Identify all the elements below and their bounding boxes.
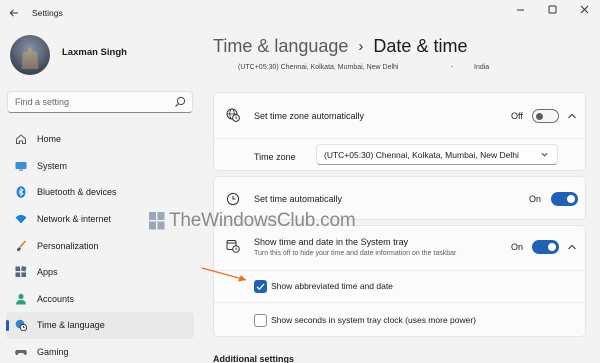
close-icon [580,5,588,13]
sidebar-item-time-language[interactable]: Time & language [6,312,194,339]
divider [214,270,585,271]
chevron-up-icon[interactable] [566,241,578,253]
sidebar-item-home[interactable]: Home [6,126,194,153]
sidebar-item-label: Gaming [37,347,69,358]
wifi-icon [15,213,27,225]
watermark-text: TheWindowsClub.com [169,210,356,231]
sidebar-item-label: Network & internet [37,214,112,225]
divider [214,302,585,303]
country-text: India [474,64,490,71]
tray-label: Show time and date in the System tray [254,237,409,247]
sidebar-item-gaming[interactable]: Gaming [6,339,194,363]
back-arrow-icon [9,9,18,17]
time-auto-state: On [529,194,542,204]
brush-icon [15,240,27,252]
user-name: Laxman Singh [62,46,127,58]
timezone-value: (UTC+05:30) Chennai, Kolkata, Mumbai, Ne… [324,149,519,160]
search-input[interactable] [15,97,165,107]
seconds-label: Show seconds in system tray clock (uses … [271,315,477,325]
tray-state: On [511,242,524,252]
sidebar-item-bluetooth[interactable]: Bluetooth & devices [6,179,194,206]
section-heading-clipped: Additional settings [213,354,294,363]
tz-auto-row: Set time zone automatically Off [214,93,585,138]
sidebar-item-label: Personalization [37,240,99,251]
tz-auto-label: Set time zone automatically [254,111,365,121]
time-auto-toggle[interactable] [551,192,578,206]
gaming-icon [15,346,27,358]
apps-icon [15,266,27,278]
chevron-down-icon [541,152,548,157]
bluetooth-icon [15,186,27,199]
timezone-dropdown[interactable]: (UTC+05:30) Chennai, Kolkata, Mumbai, Ne… [316,144,558,165]
sidebar-item-personalization[interactable]: Personalization [6,232,194,259]
watermark-logo [149,212,165,230]
timezone-label: Time zone [254,152,296,162]
sidebar-item-accounts[interactable]: Accounts [6,286,194,313]
sidebar-item-label: Bluetooth & devices [37,187,117,198]
sidebar-item-label: Accounts [37,293,75,304]
search-icon[interactable] [174,96,186,108]
page-title: Date & time [373,36,468,56]
person-icon [15,293,27,305]
current-timezone-text: (UTC+05:30) Chennai, Kolkata, Mumbai, Ne… [238,64,399,71]
breadcrumb-parent[interactable]: Time & language [213,36,348,57]
sidebar-item-label: System [37,160,68,171]
calendar-clock-icon [226,240,240,253]
back-button[interactable] [6,5,22,21]
time-auto-label: Set time automatically [254,194,343,204]
minimize-icon [516,9,524,10]
sidebar-item-apps[interactable]: Apps [6,259,194,286]
tray-card: Show time and date in the System tray Tu… [213,225,586,337]
minimize-button[interactable] [504,0,536,18]
app-title: Settings [32,8,63,18]
sidebar-item-system[interactable]: System [6,153,194,180]
seconds-checkbox[interactable] [254,314,267,327]
tray-toggle[interactable] [532,240,559,254]
sidebar-item-label: Home [37,134,62,145]
close-button[interactable] [568,0,600,18]
user-profile[interactable]: Laxman Singh [10,35,127,75]
annotation-arrow [201,267,247,282]
avatar [10,35,50,75]
sidebar-item-label: Time & language [37,320,105,331]
breadcrumb-separator: › [358,38,364,55]
tz-auto-toggle[interactable] [532,109,559,123]
window-controls [504,0,600,18]
maximize-icon [548,5,556,13]
clock-icon [226,192,240,206]
abbrev-label: Show abbreviated time and date [271,281,393,291]
maximize-button[interactable] [536,0,568,18]
tz-auto-state: Off [511,111,523,121]
breadcrumb: Time & language › Date & time [213,36,467,57]
globe-clock-icon [226,108,240,122]
search-box[interactable] [7,91,193,113]
divider [214,138,585,139]
watermark: TheWindowsClub.com [148,210,356,232]
home-icon [15,133,27,145]
sidebar-nav: Home System Bluetooth & devices Network … [6,126,194,363]
sidebar-item-label: Apps [37,267,58,278]
row-separator: - [451,64,454,71]
system-icon [15,160,27,172]
chevron-up-icon[interactable] [566,110,578,122]
tray-description: Turn this off to hide your time and date… [254,250,457,257]
globe-clock-icon [15,319,27,332]
